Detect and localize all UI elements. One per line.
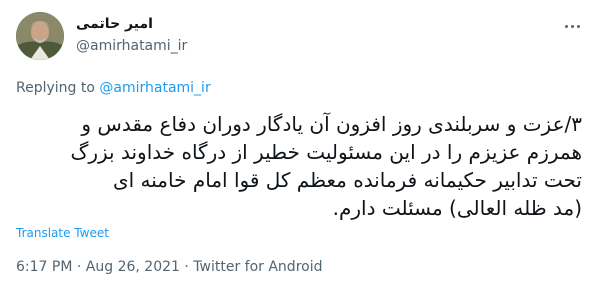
tweet-line: (مد ظله العالی) مسئلت دارم. <box>332 196 582 220</box>
translate-tweet-link[interactable]: Translate Tweet <box>16 226 109 240</box>
tweet-date[interactable]: Aug 26, 2021 <box>86 259 180 275</box>
meta-separator: · <box>72 259 86 275</box>
meta-separator: · <box>179 259 194 275</box>
tweet-source[interactable]: Twitter for Android <box>193 259 322 275</box>
tweet-line: ۳/عزت و سربلندی روز افزون آن یادگار دورا… <box>81 112 582 136</box>
replying-to-label: Replying to <box>16 80 100 96</box>
avatar-image <box>16 12 64 60</box>
tweet-line: تحت تدابیر حکیمانه فرمانده معظم کل قوا ا… <box>112 168 582 192</box>
replying-to-link[interactable]: @amirhatami_ir <box>99 80 210 96</box>
tweet-text: ۳/عزت و سربلندی روز افزون آن یادگار دورا… <box>16 110 582 222</box>
tweet-line: همرزم عزیزم را در این مسئولیت خطیر از در… <box>70 140 582 164</box>
tweet-meta: 6:17 PM · Aug 26, 2021 · Twitter for And… <box>16 259 322 275</box>
avatar[interactable] <box>16 12 64 60</box>
more-options-icon[interactable] <box>560 16 584 36</box>
replying-to: Replying to @amirhatami_ir <box>16 80 211 96</box>
author-name[interactable]: امیر حاتمی <box>76 16 153 32</box>
tweet-time[interactable]: 6:17 PM <box>16 259 72 275</box>
author-handle[interactable]: @amirhatami_ir <box>76 38 187 54</box>
